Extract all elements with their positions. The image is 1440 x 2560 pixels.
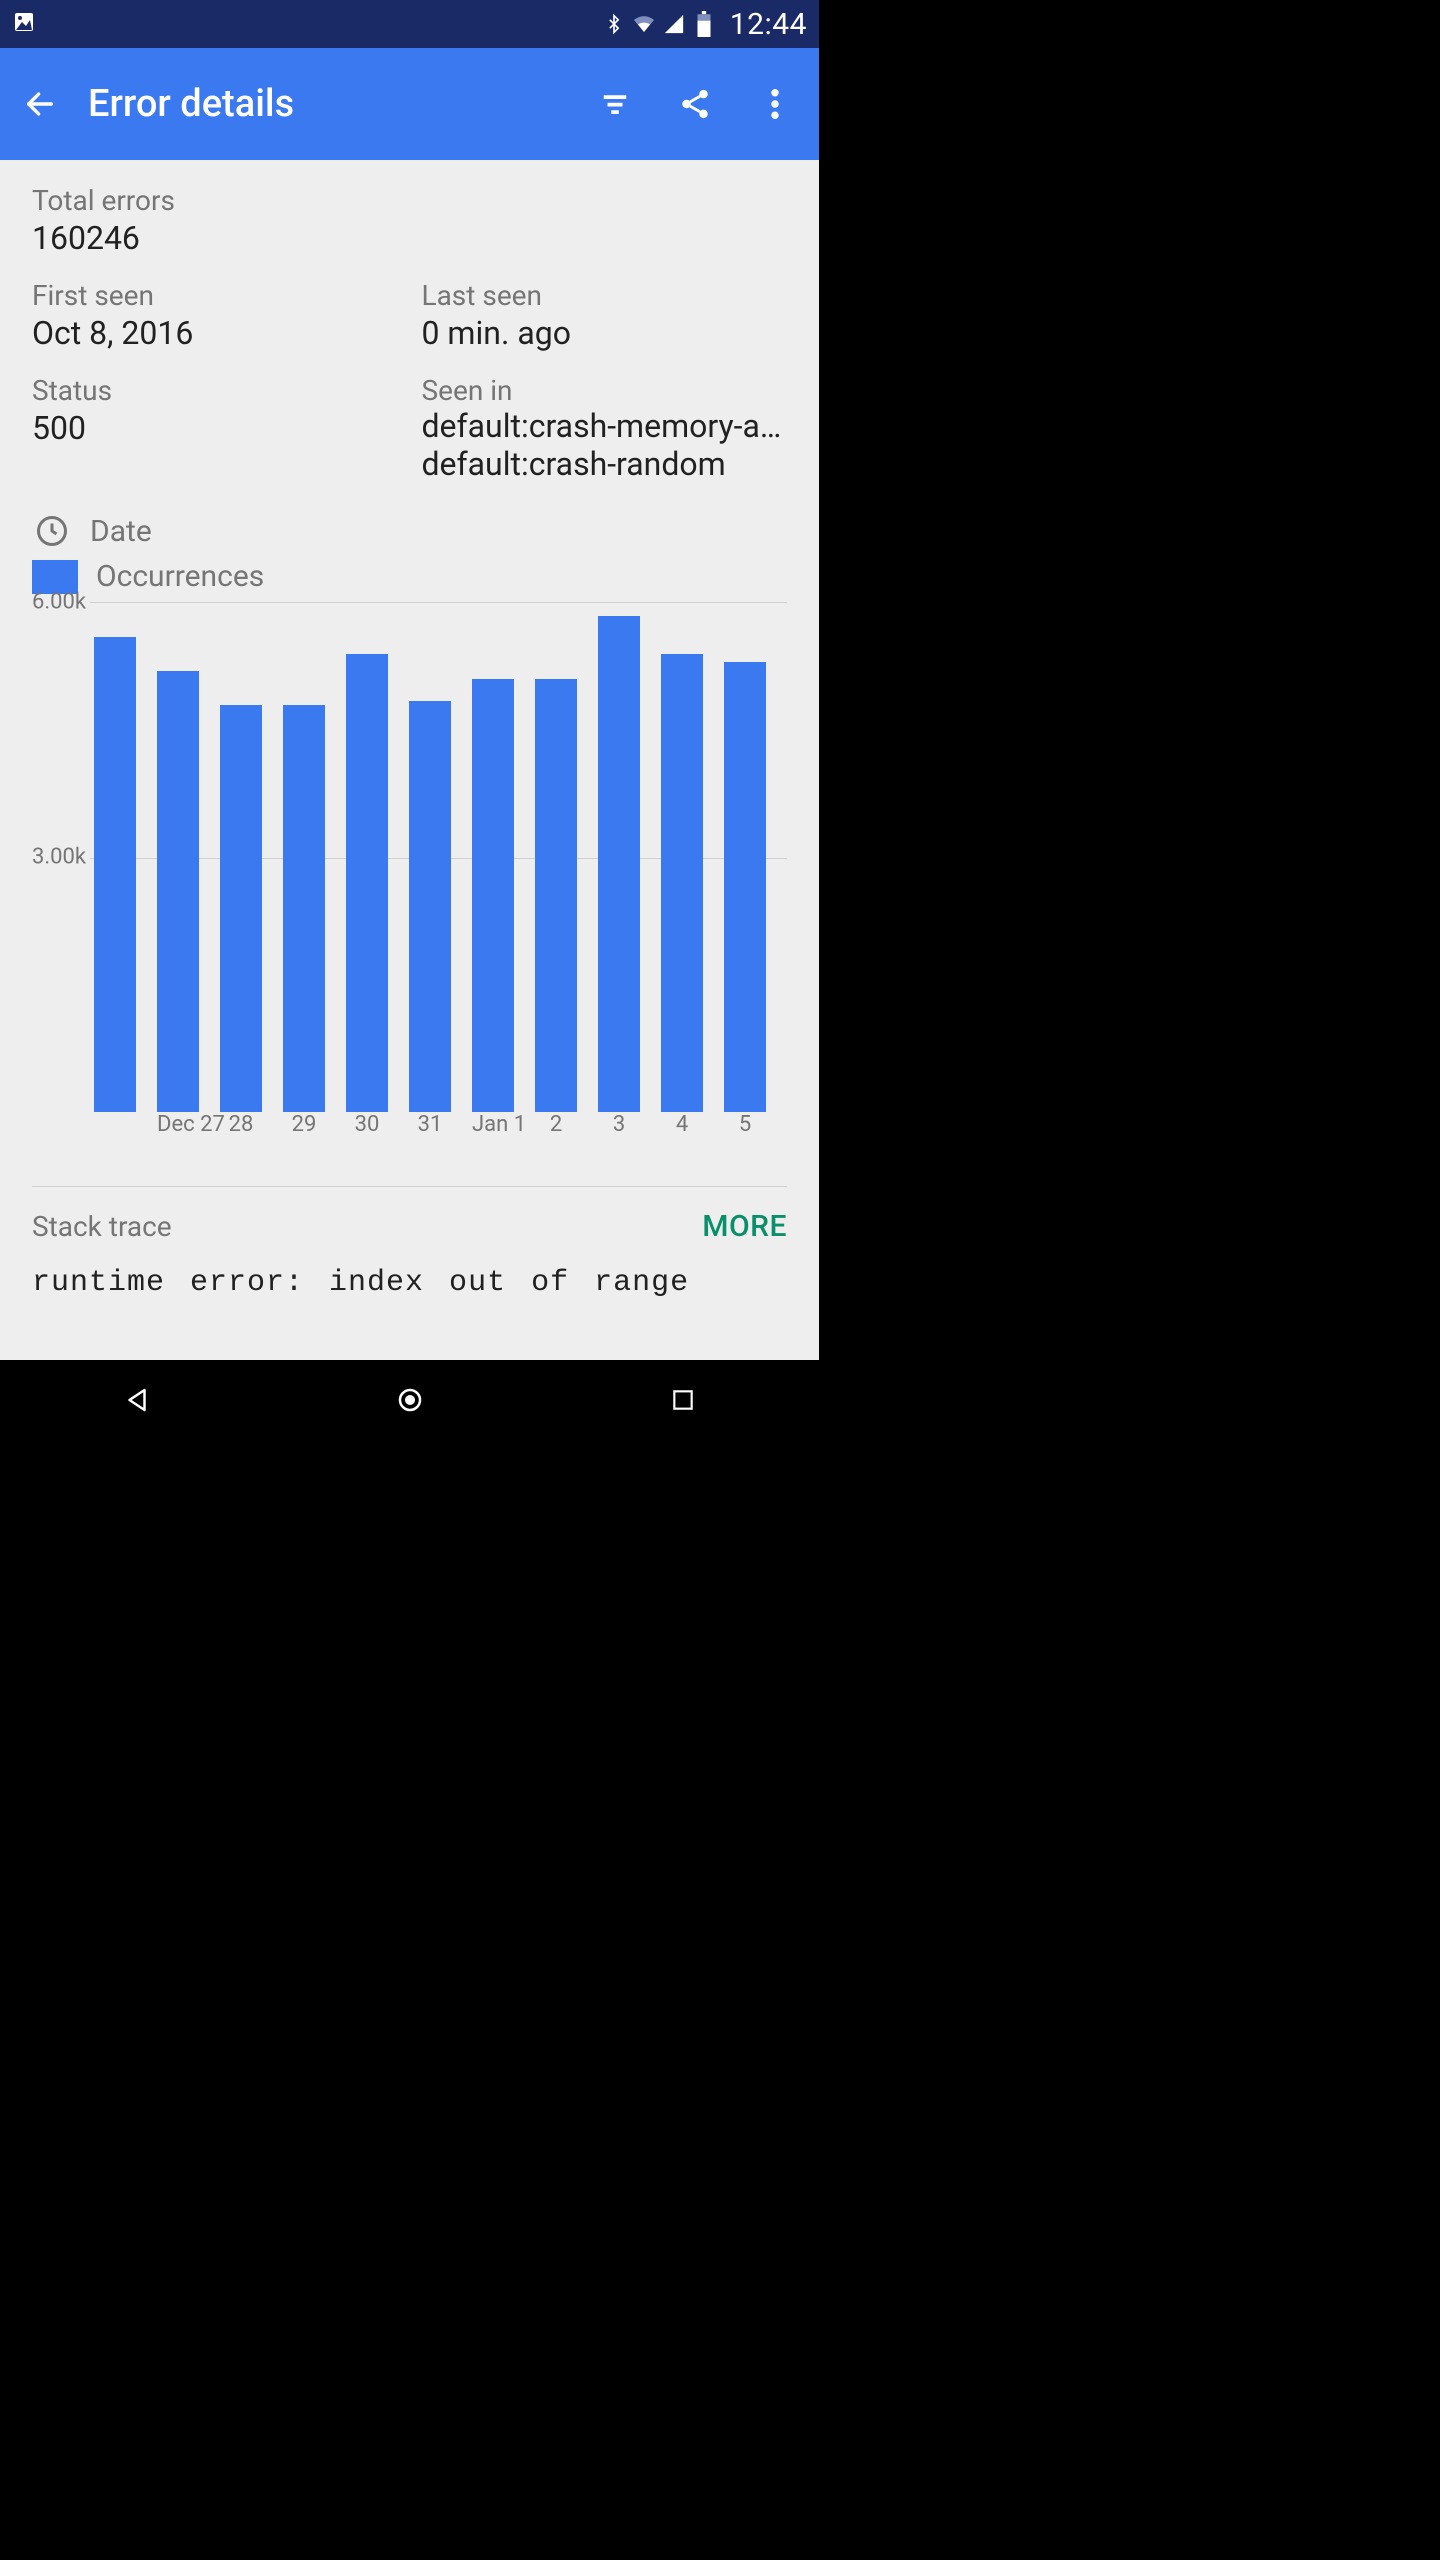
wifi-icon [632,12,656,36]
bar-3 [283,705,325,1112]
cell-signal-icon [662,12,686,36]
page-title: Error details [88,82,563,126]
bar-8 [598,616,640,1112]
x-tick-3: 29 [283,1112,325,1137]
nav-home-button[interactable] [350,1376,470,1424]
stack-trace-label: Stack trace [32,1210,172,1243]
legend: Date Occurrences [32,511,787,594]
bar-9 [661,654,703,1112]
x-tick-7: 2 [535,1112,577,1137]
x-tick-4: 30 [346,1112,388,1137]
y-tick-6k: 6.00k [32,590,86,615]
x-tick-8: 3 [598,1112,640,1137]
more-button[interactable]: MORE [702,1209,787,1244]
bar-7 [535,679,577,1112]
x-tick-5: 31 [409,1112,451,1137]
x-tick-10: 5 [724,1112,766,1137]
status-value: 500 [32,409,398,447]
x-tick-0 [94,1112,136,1137]
seen-in-label: Seen in [422,374,788,407]
nav-back-button[interactable] [77,1376,197,1424]
bar-10 [724,662,766,1112]
x-tick-6: Jan 1 [472,1112,514,1137]
status-block: Status 500 [32,374,398,483]
nav-recent-button[interactable] [623,1376,743,1424]
status-bar: 12:44 [0,0,819,48]
total-errors-block: Total errors 160246 [32,184,787,257]
first-seen-label: First seen [32,279,398,312]
bar-2 [220,705,262,1112]
total-errors-value: 160246 [32,219,787,257]
bar-0 [94,637,136,1112]
content: Total errors 160246 First seen Oct 8, 20… [0,160,819,1360]
overflow-menu-button[interactable] [747,76,803,132]
filter-button[interactable] [587,76,643,132]
status-label: Status [32,374,398,407]
stack-trace-text: runtime error: index out of range [0,1244,819,1300]
back-button[interactable] [16,80,64,128]
clock-text: 12:44 [730,7,807,42]
last-seen-block: Last seen 0 min. ago [422,279,788,352]
legend-swatch [32,560,78,594]
app-bar: Error details [0,48,819,160]
bluetooth-icon [602,12,626,36]
last-seen-value: 0 min. ago [422,314,788,352]
first-seen-value: Oct 8, 2016 [32,314,398,352]
legend-date-label: Date [90,514,152,549]
bar-4 [346,654,388,1112]
total-errors-label: Total errors [32,184,787,217]
x-tick-2: 28 [220,1112,262,1137]
system-nav-bar [0,1360,819,1440]
bar-6 [472,679,514,1112]
picture-icon [12,10,36,34]
x-tick-9: 4 [661,1112,703,1137]
seen-in-value-1: default:crash-random [422,445,788,483]
x-tick-1: Dec 27 [157,1112,199,1137]
clock-icon [32,511,72,551]
last-seen-label: Last seen [422,279,788,312]
bar-5 [409,701,451,1112]
first-seen-block: First seen Oct 8, 2016 [32,279,398,352]
y-tick-3k: 3.00k [32,845,86,870]
legend-occurrences-label: Occurrences [96,559,264,594]
seen-in-value-0: default:crash-memory-acces… [422,407,788,445]
battery-icon [692,12,716,36]
share-button[interactable] [667,76,723,132]
bar-1 [157,671,199,1112]
seen-in-block: Seen in default:crash-memory-acces… defa… [422,374,788,483]
occurrences-chart: 6.00k 3.00k Dec 2728293031Jan 12345 [0,602,819,1142]
